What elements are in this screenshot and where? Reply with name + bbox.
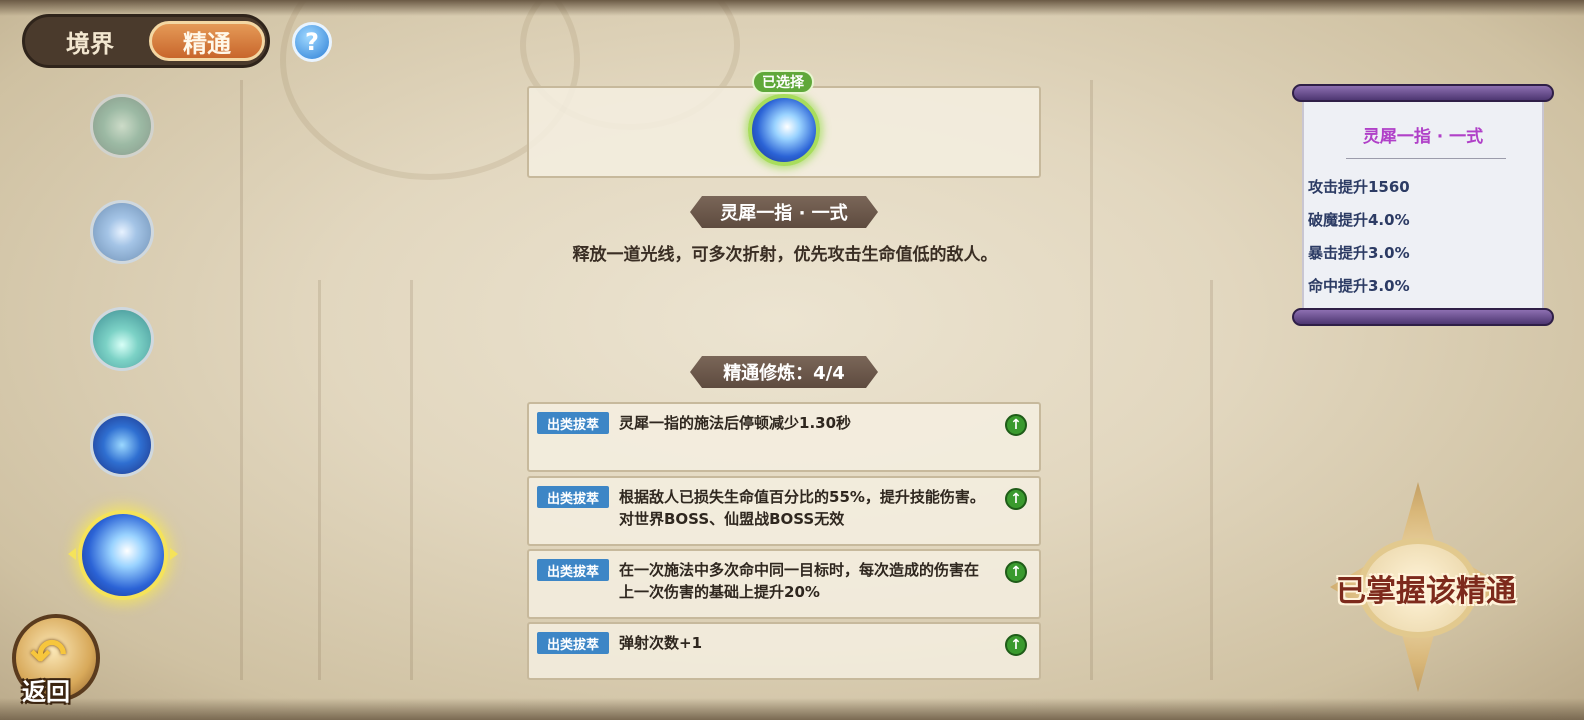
- torn-edge-bottom: [0, 698, 1584, 720]
- background-line-decor: [1090, 80, 1093, 680]
- stat-armor-break: 破魔提升4.0%: [1308, 211, 1410, 229]
- upgrade-arrow-icon: ↑: [1005, 414, 1027, 436]
- back-button-label: 返回: [22, 678, 70, 706]
- burst-skill-icon: [93, 97, 151, 155]
- light-ray-skill-icon: [82, 514, 164, 596]
- stats-divider: [1346, 158, 1506, 159]
- selection-left-arrow-icon: [68, 548, 76, 560]
- background-line-decor: [1210, 280, 1213, 680]
- selected-badge: 已选择: [752, 70, 814, 94]
- tab-realm[interactable]: 境界: [35, 21, 145, 61]
- stat-attack: 攻击提升1560: [1308, 178, 1410, 196]
- skill-icon-2[interactable]: [90, 200, 154, 264]
- selected-skill-icon: [748, 94, 820, 166]
- game-screen: 境界 精通 ? ↶ 返回 已选择 灵犀一指 · 一式 释放一道光线，可多次折射，…: [0, 0, 1584, 720]
- mastery-row: 出类拔萃 在一次施法中多次命中同一目标时，每次造成的伤害在上一次伤害的基础上提升…: [527, 549, 1041, 619]
- mastery-tag: 出类拔萃: [537, 486, 609, 508]
- mastery-progress-banner: 精通修炼：4/4: [690, 356, 878, 388]
- mastery-effect-text: 弹射次数+1: [619, 634, 703, 652]
- background-line-decor: [318, 280, 321, 680]
- help-button[interactable]: ?: [292, 22, 332, 62]
- tab-bar: 境界 精通: [22, 14, 270, 68]
- mastery-effect-text: 灵犀一指的施法后停顿减少1.30秒: [619, 414, 852, 432]
- upgrade-arrow-icon: ↑: [1005, 634, 1027, 656]
- mastery-tag: 出类拔萃: [537, 632, 609, 654]
- skill-name-banner: 灵犀一指 · 一式: [690, 196, 878, 228]
- mastery-effect-text: 在一次施法中多次命中同一目标时，每次造成的伤害在上一次伤害的基础上提升20%: [619, 561, 980, 601]
- wing-skill-icon: [93, 310, 151, 368]
- scroll-rod-bottom: [1292, 308, 1554, 326]
- background-line-decor: [410, 280, 413, 680]
- claw-skill-icon: [93, 203, 151, 261]
- stat-hit: 命中提升3.0%: [1308, 277, 1410, 295]
- skill-description: 释放一道光线，可多次折射，优先攻击生命值低的敌人。: [572, 245, 998, 265]
- stat-crit: 暴击提升3.0%: [1308, 244, 1410, 262]
- background-line-decor: [240, 80, 243, 680]
- upgrade-arrow-icon: ↑: [1005, 488, 1027, 510]
- spirit-skill-icon: [93, 416, 151, 474]
- mastery-tag: 出类拔萃: [537, 559, 609, 581]
- mastery-effect-text: 根据敌人已损失生命值百分比的55%，提升技能伤害。对世界BOSS、仙盟战BOSS…: [619, 488, 985, 528]
- skill-icon-5-selected[interactable]: [78, 510, 168, 600]
- skill-icon-4[interactable]: [90, 413, 154, 477]
- mastery-tag: 出类拔萃: [537, 412, 609, 434]
- mastered-status-text: 已掌握该精通: [1336, 574, 1516, 609]
- skill-icon-3[interactable]: [90, 307, 154, 371]
- mastery-row: 出类拔萃 根据敌人已损失生命值百分比的55%，提升技能伤害。对世界BOSS、仙盟…: [527, 476, 1041, 546]
- scroll-rod-top: [1292, 84, 1554, 102]
- tab-mastery[interactable]: 精通: [149, 21, 265, 61]
- mastery-row: 出类拔萃 弹射次数+1 ↑: [527, 622, 1041, 680]
- mastery-row: 出类拔萃 灵犀一指的施法后停顿减少1.30秒 ↑: [527, 402, 1041, 472]
- upgrade-arrow-icon: ↑: [1005, 561, 1027, 583]
- skill-icon-1[interactable]: [90, 94, 154, 158]
- stats-scroll-title: 灵犀一指 · 一式: [1362, 127, 1484, 147]
- selection-right-arrow-icon: [170, 548, 178, 560]
